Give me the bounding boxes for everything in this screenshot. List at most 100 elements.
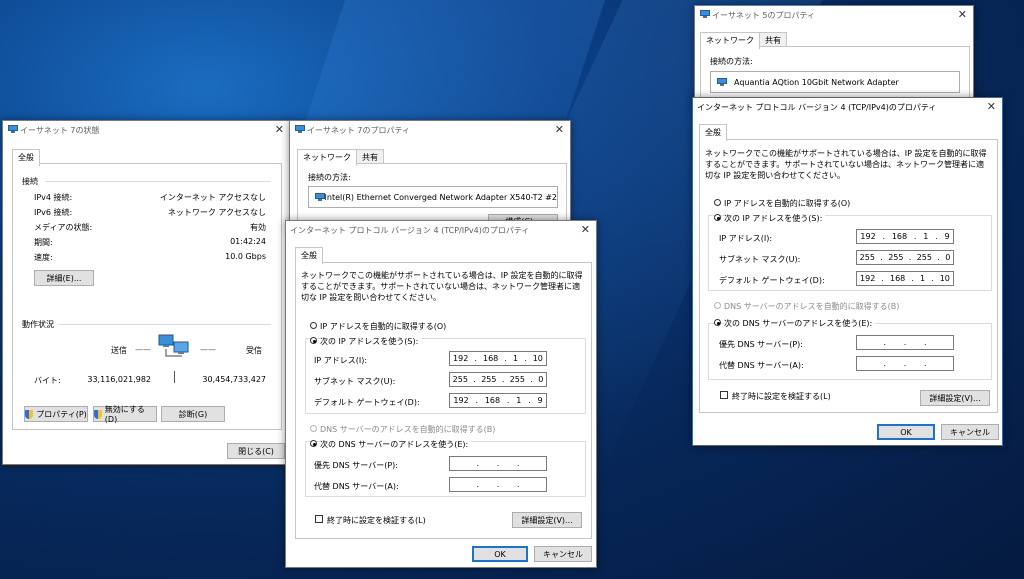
window-title: イーサネット 5のプロパティ (712, 10, 815, 20)
ip-auto-radio[interactable] (714, 199, 721, 206)
preferred-dns-field[interactable]: ... (856, 335, 954, 350)
subnet-mask-label: サブネット マスク(U): (314, 377, 396, 386)
dns-auto-radio[interactable] (714, 302, 721, 309)
gateway-field[interactable]: 192. 168. 1. 10 (856, 271, 954, 286)
close-icon[interactable]: ✕ (275, 124, 284, 135)
window-title: イーサネット 7のプロパティ (307, 125, 410, 135)
ok-button[interactable]: OK (472, 546, 528, 562)
ip-auto-radio[interactable] (310, 322, 317, 329)
dns-auto-radio[interactable] (310, 425, 317, 432)
diagnose-button[interactable]: 診断(G) (161, 406, 225, 422)
tab-general[interactable]: 全般 (699, 124, 727, 141)
octet: 192 (860, 232, 876, 241)
duration-value: 01:42:24 (230, 237, 266, 246)
window-title: インターネット プロトコル バージョン 4 (TCP/IPv4)のプロパティ (697, 102, 937, 112)
cancel-button[interactable]: キャンセル (534, 546, 592, 562)
dot: . (923, 338, 927, 347)
bytes-received-value: 30,454,733,427 (202, 375, 266, 384)
alternate-dns-label: 代替 DNS サーバー(A): (719, 361, 804, 370)
shield-icon (25, 409, 34, 419)
description-text: ネットワークでこの機能がサポートされている場合は、IP 設定を自動的に取得するこ… (301, 271, 583, 302)
ipv6-label: IPv6 接続: (34, 208, 73, 217)
ip-manual-label: 次の IP アドレスを使う(S): (320, 336, 422, 347)
close-button[interactable]: 閉じる(C) (227, 443, 285, 459)
connect-using-label: 接続の方法: (710, 57, 753, 66)
speed-value: 10.0 Gbps (225, 252, 266, 261)
octet: 10 (939, 274, 950, 283)
dns-group (708, 323, 992, 380)
octet: 192 (453, 354, 469, 363)
close-icon[interactable]: ✕ (555, 124, 564, 135)
properties-button-label: プロパティ(P) (36, 409, 87, 419)
ip-address-label: IP アドレス(I): (314, 356, 368, 365)
octet: 10 (532, 354, 543, 363)
ip-address-field[interactable]: 192. 168. 1. 9 (856, 229, 954, 244)
ip-address-field[interactable]: 192. 168. 1. 10 (449, 351, 547, 366)
media-state-label: メディアの状態: (34, 223, 93, 232)
properties-button[interactable]: プロパティ(P) (24, 406, 88, 422)
tab-general[interactable]: 全般 (12, 149, 40, 166)
ip-manual-radio[interactable] (310, 337, 317, 344)
close-icon[interactable]: ✕ (581, 224, 590, 235)
dot: . (923, 359, 927, 368)
dns-auto-label: DNS サーバーのアドレスを自動的に取得する(B) (320, 425, 496, 434)
subnet-mask-field[interactable]: 255. 255. 255. 0 (856, 250, 954, 265)
speed-label: 速度: (34, 253, 53, 262)
title-bar[interactable]: インターネット プロトコル バージョン 4 (TCP/IPv4)のプロパティ ✕ (693, 98, 1002, 116)
close-icon[interactable]: ✕ (958, 9, 967, 20)
title-bar[interactable]: イーサネット 7の状態 ✕ (3, 121, 290, 139)
connect-using-label: 接続の方法: (308, 173, 351, 182)
network-activity-icon (158, 334, 194, 360)
octet: 255 (916, 253, 932, 262)
alternate-dns-label: 代替 DNS サーバー(A): (314, 482, 399, 491)
bytes-separator (174, 371, 175, 383)
ipv4-value: インターネット アクセスなし (159, 193, 266, 202)
octet: 0 (538, 375, 544, 384)
title-bar[interactable]: イーサネット 5のプロパティ ✕ (695, 6, 973, 24)
validate-checkbox[interactable] (315, 515, 323, 523)
dns-manual-label: 次の DNS サーバーのアドレスを使う(E): (320, 439, 472, 450)
adapter-name: Aquantia AQtion 10Gbit Network Adapter (734, 77, 899, 87)
dot: . (516, 480, 520, 489)
dot: . (903, 338, 907, 347)
adapter-name: Intel(R) Ethernet Converged Network Adap… (324, 192, 557, 202)
dot: . (476, 480, 480, 489)
ip-manual-radio[interactable] (714, 214, 721, 221)
dns-manual-radio[interactable] (714, 319, 721, 326)
ipv4-properties-window-active: インターネット プロトコル バージョン 4 (TCP/IPv4)のプロパティ ✕… (692, 97, 1003, 446)
octet: 168 (889, 274, 906, 283)
media-state-value: 有効 (250, 223, 266, 232)
alternate-dns-field[interactable]: ... (856, 356, 954, 371)
validate-checkbox[interactable] (720, 391, 728, 399)
dns-manual-radio[interactable] (310, 440, 317, 447)
cancel-button[interactable]: キャンセル (941, 424, 999, 440)
bytes-sent-value: 33,116,021,982 (87, 375, 151, 384)
preferred-dns-label: 優先 DNS サーバー(P): (719, 340, 803, 349)
close-icon[interactable]: ✕ (987, 101, 996, 112)
tab-network[interactable]: ネットワーク (700, 32, 760, 49)
octet: 255 (452, 375, 468, 384)
disable-button-label: 無効にする(D) (104, 405, 145, 424)
advanced-button[interactable]: 詳細設定(V)... (920, 390, 990, 406)
gateway-field[interactable]: 192. 168. 1. 9 (449, 393, 547, 408)
alternate-dns-field[interactable]: ... (449, 477, 547, 492)
ethernet5-properties-window: イーサネット 5のプロパティ ✕ ネットワーク 共有 接続の方法: Aquant… (694, 5, 974, 103)
details-button[interactable]: 詳細(E)... (34, 270, 94, 286)
advanced-button[interactable]: 詳細設定(V)... (512, 512, 582, 528)
subnet-mask-field[interactable]: 255. 255. 255. 0 (449, 372, 547, 387)
dot: . (883, 338, 887, 347)
activity-header: 動作状況 (22, 320, 54, 329)
ipv6-value: ネットワーク アクセスなし (167, 208, 266, 217)
octet: 9 (944, 232, 950, 241)
title-bar[interactable]: インターネット プロトコル バージョン 4 (TCP/IPv4)のプロパティ ✕ (286, 221, 596, 239)
octet: 168 (484, 396, 501, 405)
ok-button[interactable]: OK (877, 424, 935, 440)
tab-network[interactable]: ネットワーク (297, 149, 357, 166)
preferred-dns-field[interactable]: ... (449, 456, 547, 471)
title-bar[interactable]: イーサネット 7のプロパティ ✕ (290, 121, 570, 139)
tab-general[interactable]: 全般 (295, 247, 323, 264)
shield-icon (94, 409, 102, 419)
disable-button[interactable]: 無効にする(D) (93, 405, 157, 424)
octet: 255 (859, 253, 875, 262)
octet: 168 (482, 354, 499, 363)
